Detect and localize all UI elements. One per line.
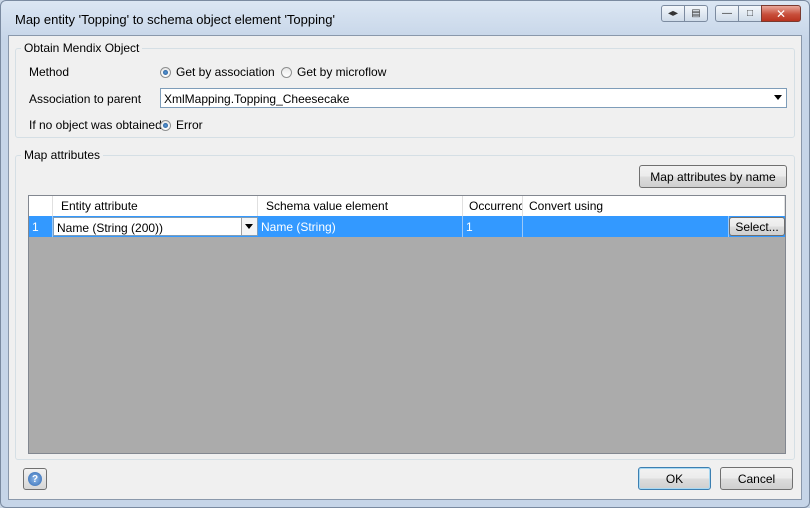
method-label: Method (29, 65, 70, 79)
grid-header: Entity attribute Schema value element Oc… (29, 196, 785, 217)
row-index: 1 (29, 216, 53, 237)
column-header-entity-attribute[interactable]: Entity attribute (53, 196, 258, 216)
no-object-label: If no object was obtained (29, 118, 162, 132)
column-header-schema-value[interactable]: Schema value element (258, 196, 463, 216)
help-button[interactable]: ? (23, 468, 47, 490)
convert-using-cell (523, 216, 729, 237)
column-header-occurrence[interactable]: Occurrence (463, 196, 523, 216)
association-label: Association to parent (29, 92, 142, 106)
column-header-index (29, 196, 53, 216)
obtain-object-legend: Obtain Mendix Object (21, 41, 143, 55)
column-header-convert-using[interactable]: Convert using (523, 196, 785, 216)
radio-indicator (281, 66, 292, 78)
radio-get-by-association[interactable]: Get by association (160, 65, 275, 79)
map-attributes-legend: Map attributes (21, 148, 104, 162)
radio-indicator (160, 66, 171, 78)
radio-label: Get by association (176, 65, 275, 79)
title-bar-buttons: ◂▸ ▤ — □ ✕ (661, 5, 801, 22)
association-value: XmlMapping.Topping_Cheesecake (164, 92, 350, 106)
ok-button[interactable]: OK (638, 467, 711, 490)
attribute-mapping-grid: Entity attribute Schema value element Oc… (28, 195, 786, 454)
chevron-down-icon[interactable] (241, 218, 257, 235)
occurrence-cell: 1 (463, 216, 523, 237)
maximize-button[interactable]: □ (738, 5, 762, 22)
dialog-client-area: Obtain Mendix Object Method Get by assoc… (8, 35, 802, 500)
entity-attribute-select[interactable]: Name (String (200)) (53, 217, 258, 236)
radio-label: Error (176, 118, 203, 132)
export-icon[interactable]: ▤ (684, 5, 708, 22)
window-title: Map entity 'Topping' to schema object el… (15, 12, 335, 27)
radio-label: Get by microflow (297, 65, 387, 79)
close-button[interactable]: ✕ (761, 5, 801, 22)
radio-indicator (160, 119, 171, 131)
dialog-window: Map entity 'Topping' to schema object el… (0, 0, 810, 508)
association-select[interactable]: XmlMapping.Topping_Cheesecake (160, 88, 787, 108)
title-bar: Map entity 'Topping' to schema object el… (1, 1, 809, 35)
entity-attribute-value: Name (String (200)) (57, 221, 164, 235)
radio-get-by-microflow[interactable]: Get by microflow (281, 65, 386, 79)
cancel-button[interactable]: Cancel (720, 467, 793, 490)
schema-value-cell: Name (String) (258, 216, 463, 237)
minimize-button[interactable]: — (715, 5, 739, 22)
nav-arrows-icon[interactable]: ◂▸ (661, 5, 685, 22)
radio-error[interactable]: Error (160, 118, 203, 132)
select-converter-button[interactable]: Select... (729, 217, 785, 236)
chevron-down-icon (774, 95, 782, 100)
help-icon: ? (28, 472, 42, 486)
map-attributes-by-name-button[interactable]: Map attributes by name (639, 165, 787, 188)
table-row[interactable]: 1 Name (String (200)) Name (String) 1 Se… (29, 216, 785, 237)
